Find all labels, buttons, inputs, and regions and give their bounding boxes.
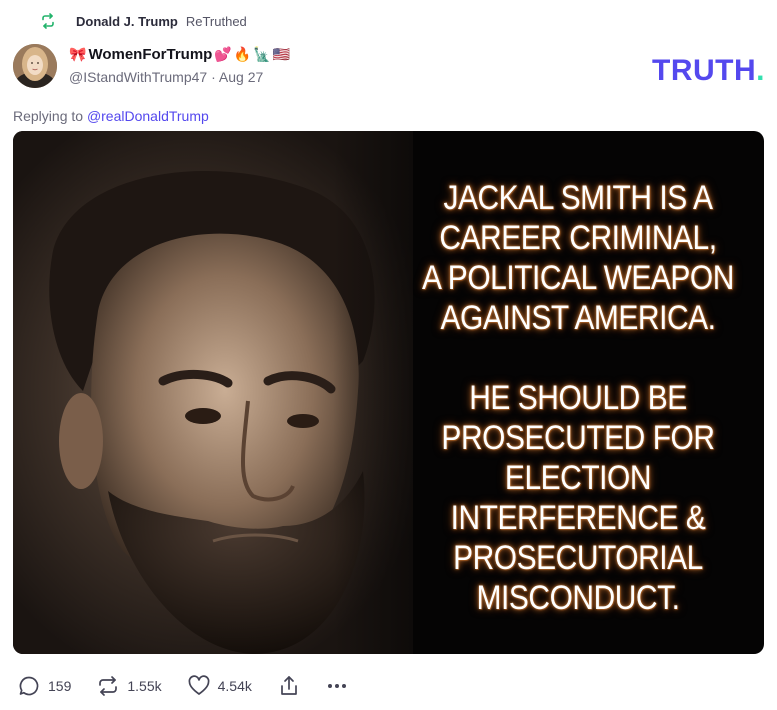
post-image[interactable]: JACKAL SMITH IS A CAREER CRIMINAL, A POL… bbox=[13, 131, 764, 654]
share-button[interactable] bbox=[278, 675, 300, 697]
like-count: 4.54k bbox=[217, 678, 252, 694]
post-date[interactable]: Aug 27 bbox=[219, 69, 263, 85]
truth-logo-text: TRUTH bbox=[652, 54, 757, 87]
meme-line: CAREER CRIMINAL, bbox=[439, 219, 717, 257]
meme-line: A POLITICAL WEAPON bbox=[422, 259, 734, 297]
avatar[interactable] bbox=[13, 44, 57, 88]
author-handle[interactable]: @IStandWithTrump47 bbox=[69, 69, 207, 85]
us-flag-emoji: 🇺🇸 bbox=[272, 46, 291, 63]
share-icon bbox=[278, 675, 300, 697]
meme-text-block-1: JACKAL SMITH IS A CAREER CRIMINAL, A POL… bbox=[415, 178, 741, 338]
meme-line: PROSECUTED FOR bbox=[441, 419, 715, 457]
meme-line: ELECTION bbox=[504, 459, 652, 497]
more-dots-icon bbox=[326, 675, 348, 697]
meme-line: MISCONDUCT. bbox=[476, 579, 680, 617]
meme-line: JACKAL SMITH IS A bbox=[443, 179, 713, 217]
reply-bubble-icon bbox=[18, 675, 40, 697]
replying-to: Replying to @realDonaldTrump bbox=[13, 108, 209, 124]
retruth-label: ReTruthed bbox=[185, 13, 247, 29]
post-author: 🎀 WomenForTrump 💕 🔥 🗽 🇺🇸 @IStandWithTrum… bbox=[13, 44, 767, 94]
heart-icon bbox=[188, 675, 210, 697]
meme-line: INTERFERENCE & bbox=[450, 499, 706, 537]
retruth-count: 1.55k bbox=[127, 678, 162, 694]
retruth-header: Donald J. Trump ReTruthed bbox=[40, 10, 247, 32]
author-handle-line: @IStandWithTrump47 · Aug 27 bbox=[69, 69, 263, 85]
truth-logo[interactable]: TRUTH. bbox=[652, 54, 765, 88]
author-display-name[interactable]: 🎀 WomenForTrump 💕 🔥 🗽 🇺🇸 bbox=[69, 46, 290, 63]
retruth-icon bbox=[40, 13, 56, 29]
replying-to-mention[interactable]: @realDonaldTrump bbox=[87, 108, 209, 124]
retruth-icon bbox=[97, 675, 119, 697]
meme-text-block-2: HE SHOULD BE PROSECUTED FOR ELECTION INT… bbox=[415, 378, 741, 618]
more-button[interactable] bbox=[326, 675, 348, 697]
meme-line: AGAINST AMERICA. bbox=[440, 299, 716, 337]
meme-line: PROSECUTORIAL bbox=[453, 539, 703, 577]
truth-logo-dot: . bbox=[756, 54, 765, 87]
retruth-user-name[interactable]: Donald J. Trump bbox=[76, 14, 178, 29]
author-name-text: WomenForTrump bbox=[88, 46, 213, 63]
ribbon-emoji: 🎀 bbox=[69, 46, 87, 63]
reply-button[interactable]: 159 bbox=[18, 675, 71, 697]
meme-line: HE SHOULD BE bbox=[469, 379, 687, 417]
replying-to-label: Replying to bbox=[13, 108, 84, 124]
like-button[interactable]: 4.54k bbox=[188, 675, 252, 697]
statue-of-liberty-emoji: 🗽 bbox=[253, 46, 271, 63]
separator-dot: · bbox=[211, 69, 216, 85]
retruth-button[interactable]: 1.55k bbox=[97, 675, 162, 697]
fire-emoji: 🔥 bbox=[233, 46, 252, 63]
hearts-emoji: 💕 bbox=[214, 46, 232, 63]
reply-count: 159 bbox=[48, 678, 72, 694]
post-actions: 159 1.55k 4.54k bbox=[18, 672, 374, 700]
